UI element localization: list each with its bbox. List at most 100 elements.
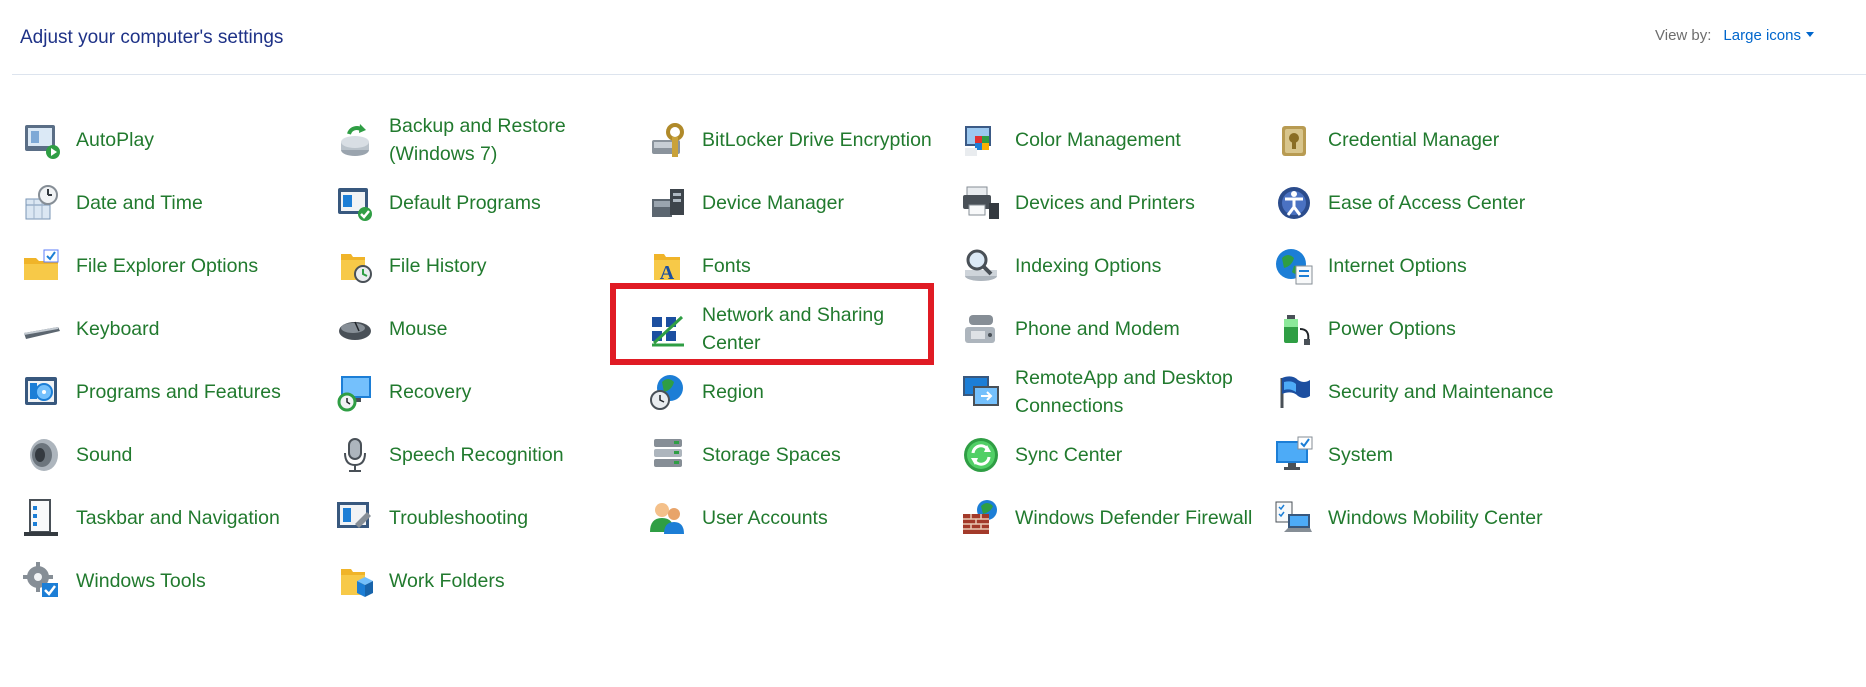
view-by-dropdown[interactable]: Large icons [1723,27,1801,44]
control-panel-item-label[interactable]: Windows Mobility Center [1328,504,1568,532]
control-panel-item-credential-manager[interactable]: Credential Manager [1272,108,1585,171]
phone-modem-icon [959,307,1003,351]
control-panel-item-power-options[interactable]: Power Options [1272,297,1585,360]
control-panel-item-label[interactable]: Network and Sharing Center [702,301,942,357]
devices-printers-icon [959,181,1003,225]
control-panel-item-label[interactable]: Recovery [389,378,629,406]
control-panel-item-keyboard[interactable]: Keyboard [20,297,333,360]
control-panel-item-label[interactable]: Credential Manager [1328,126,1568,154]
control-panel-item-label[interactable]: Default Programs [389,189,629,217]
control-panel-item-label[interactable]: File History [389,252,629,280]
control-panel-item-security-and-maintenance[interactable]: Security and Maintenance [1272,360,1585,423]
backup-restore-icon [333,118,377,162]
control-panel-item-fonts[interactable]: A Fonts [646,234,959,297]
control-panel-item-label[interactable]: Color Management [1015,126,1255,154]
header-divider [12,74,1866,75]
control-panel-item-label[interactable]: Device Manager [702,189,942,217]
autoplay-icon [20,118,64,162]
control-panel-item-label[interactable]: Internet Options [1328,252,1568,280]
control-panel-item-recovery[interactable]: Recovery [333,360,646,423]
control-panel-item-label[interactable]: BitLocker Drive Encryption [702,126,942,154]
control-panel-item-label[interactable]: Programs and Features [76,378,316,406]
speech-recognition-icon [333,433,377,477]
control-panel-item-label[interactable]: Phone and Modem [1015,315,1255,343]
control-panel-item-label[interactable]: Work Folders [389,567,629,595]
indexing-options-icon [959,244,1003,288]
power-options-icon [1272,307,1316,351]
control-panel-item-troubleshooting[interactable]: Troubleshooting [333,486,646,549]
control-panel-item-color-management[interactable]: Color Management [959,108,1272,171]
control-panel-item-devices-and-printers[interactable]: Devices and Printers [959,171,1272,234]
control-panel-item-user-accounts[interactable]: User Accounts [646,486,959,549]
color-management-icon [959,118,1003,162]
control-panel-item-storage-spaces[interactable]: Storage Spaces [646,423,959,486]
control-panel-item-label[interactable]: Windows Defender Firewall [1015,504,1255,532]
network-sharing-icon [646,307,690,351]
control-panel-item-remoteapp-and-desktop-connections[interactable]: RemoteApp and Desktop Connections [959,360,1272,423]
fonts-icon: A [646,244,690,288]
control-panel-item-bitlocker-drive-encryption[interactable]: BitLocker Drive Encryption [646,108,959,171]
svg-text:A: A [660,262,675,284]
control-panel-item-label[interactable]: RemoteApp and Desktop Connections [1015,364,1255,420]
control-panel-item-system[interactable]: System [1272,423,1585,486]
control-panel-item-windows-mobility-center[interactable]: Windows Mobility Center [1272,486,1585,549]
control-panel-item-internet-options[interactable]: Internet Options [1272,234,1585,297]
control-panel-item-label[interactable]: Devices and Printers [1015,189,1255,217]
control-panel-item-ease-of-access-center[interactable]: Ease of Access Center [1272,171,1585,234]
control-panel-item-default-programs[interactable]: Default Programs [333,171,646,234]
control-panel-item-label[interactable]: Keyboard [76,315,316,343]
control-panel-item-label[interactable]: Speech Recognition [389,441,629,469]
keyboard-icon [20,307,64,351]
control-panel-item-sound[interactable]: Sound [20,423,333,486]
control-panel-item-file-history[interactable]: File History [333,234,646,297]
control-panel-item-indexing-options[interactable]: Indexing Options [959,234,1272,297]
control-panel-item-label[interactable]: Mouse [389,315,629,343]
control-panel-item-programs-and-features[interactable]: Programs and Features [20,360,333,423]
control-panel-item-label[interactable]: Ease of Access Center [1328,189,1568,217]
recovery-icon [333,370,377,414]
control-panel-item-label[interactable]: Power Options [1328,315,1568,343]
header: Adjust your computer's settings View by:… [0,0,1866,76]
control-panel-item-sync-center[interactable]: Sync Center [959,423,1272,486]
control-panel-item-label[interactable]: Date and Time [76,189,316,217]
control-panel-item-file-explorer-options[interactable]: File Explorer Options [20,234,333,297]
control-panel-item-windows-defender-firewall[interactable]: Windows Defender Firewall [959,486,1272,549]
windows-tools-icon [20,559,64,603]
control-panel-item-label[interactable]: Region [702,378,942,406]
control-panel-item-date-and-time[interactable]: Date and Time [20,171,333,234]
control-panel-item-mouse[interactable]: Mouse [333,297,646,360]
bitlocker-icon [646,118,690,162]
control-panel-item-label[interactable]: Security and Maintenance [1328,378,1568,406]
date-time-icon [20,181,64,225]
control-panel-item-label[interactable]: Storage Spaces [702,441,942,469]
control-panel-item-label[interactable]: Taskbar and Navigation [76,504,316,532]
chevron-down-icon[interactable] [1805,32,1814,37]
control-panel-item-label[interactable]: AutoPlay [76,126,316,154]
control-panel-item-label[interactable]: Indexing Options [1015,252,1255,280]
control-panel-item-region[interactable]: Region [646,360,959,423]
control-panel-item-label[interactable]: File Explorer Options [76,252,316,280]
device-manager-icon [646,181,690,225]
control-panel-item-autoplay[interactable]: AutoPlay [20,108,333,171]
control-panel-item-label[interactable]: Windows Tools [76,567,316,595]
control-panel-item-taskbar-and-navigation[interactable]: Taskbar and Navigation [20,486,333,549]
control-panel-item-label[interactable]: Sound [76,441,316,469]
control-panel-item-device-manager[interactable]: Device Manager [646,171,959,234]
control-panel-item-label[interactable]: User Accounts [702,504,942,532]
internet-options-icon [1272,244,1316,288]
control-panel-item-network-and-sharing-center[interactable]: Network and Sharing Center [646,297,959,360]
control-panel-item-label[interactable]: Fonts [702,252,942,280]
control-panel-item-label[interactable]: Sync Center [1015,441,1255,469]
troubleshooting-icon [333,496,377,540]
control-panel-item-label[interactable]: Troubleshooting [389,504,629,532]
control-panel-item-windows-tools[interactable]: Windows Tools [20,549,333,612]
control-panel-item-work-folders[interactable]: Work Folders [333,549,646,612]
control-panel-item-phone-and-modem[interactable]: Phone and Modem [959,297,1272,360]
sync-center-icon [959,433,1003,477]
control-panel-item-backup-and-restore-windows-7[interactable]: Backup and Restore (Windows 7) [333,108,646,171]
programs-features-icon [20,370,64,414]
control-panel-item-label[interactable]: Backup and Restore (Windows 7) [389,112,629,168]
control-panel-item-label[interactable]: System [1328,441,1568,469]
control-panel-item-speech-recognition[interactable]: Speech Recognition [333,423,646,486]
firewall-icon [959,496,1003,540]
